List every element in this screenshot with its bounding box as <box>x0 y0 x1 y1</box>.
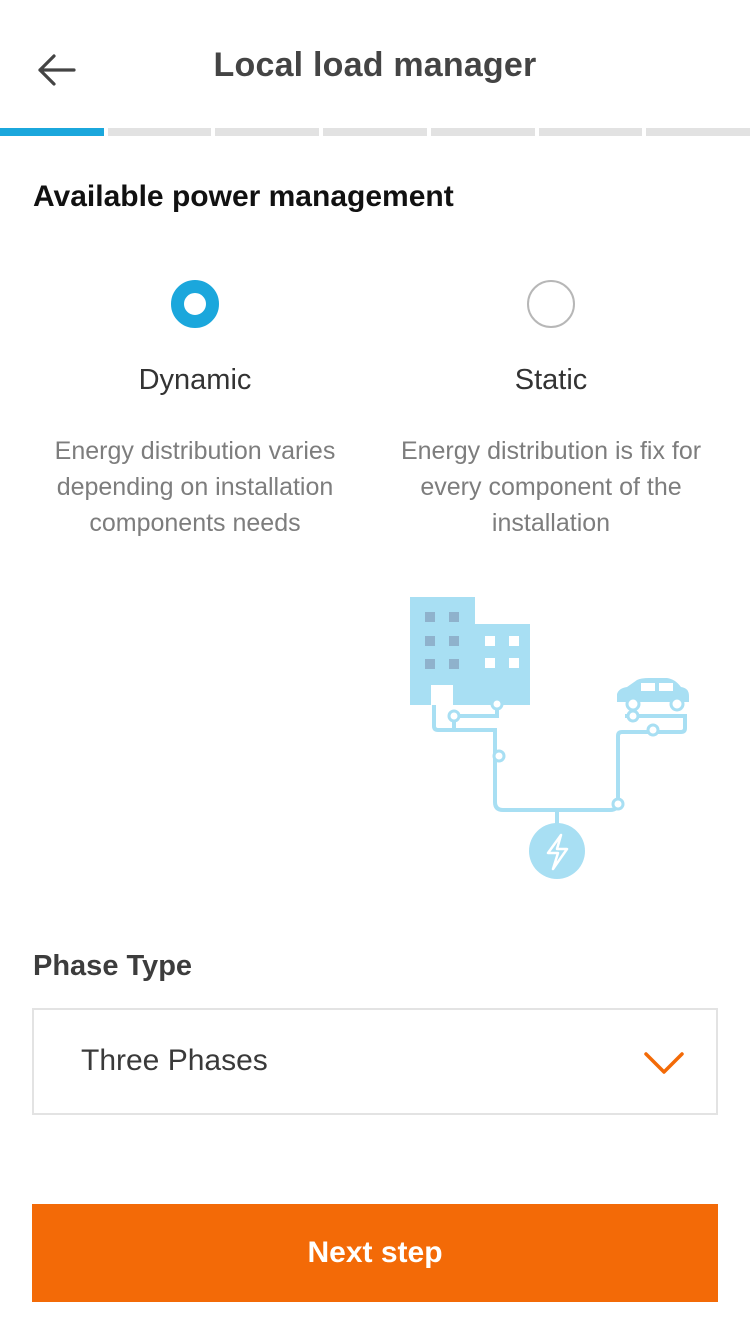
dynamic-radio[interactable] <box>171 280 219 328</box>
dynamic-label: Dynamic <box>138 364 252 396</box>
step-progress-bar <box>0 128 750 136</box>
power-management-heading: Available power management <box>33 180 454 213</box>
page-title: Local load manager <box>213 46 537 84</box>
progress-step <box>215 128 320 136</box>
option-static[interactable]: Static Energy distribution is fix for ev… <box>381 280 721 541</box>
phase-type-label: Phase Type <box>33 950 193 982</box>
local-load-manager-screen: Local load manager Available power manag… <box>0 0 750 1334</box>
building-car-grid-icon <box>410 597 689 879</box>
progress-step <box>107 128 212 136</box>
progress-step <box>323 128 427 136</box>
phase-type-select[interactable]: Three Phases <box>32 1008 718 1115</box>
static-label: Static <box>514 364 588 396</box>
phase-type-value: Three Phases <box>81 1044 268 1077</box>
static-description: Energy distribution is fix for every com… <box>400 437 702 537</box>
progress-step <box>430 128 535 136</box>
dynamic-description: Energy distribution varies depending on … <box>54 437 336 537</box>
progress-step <box>538 128 643 136</box>
app-header: Local load manager <box>0 0 750 128</box>
progress-step <box>646 128 750 136</box>
progress-step <box>0 128 104 136</box>
static-radio[interactable] <box>527 280 575 328</box>
option-dynamic[interactable]: Dynamic Energy distribution varies depen… <box>25 280 365 541</box>
chevron-down-icon <box>644 1052 684 1074</box>
next-step-button[interactable]: Next step <box>32 1204 718 1302</box>
